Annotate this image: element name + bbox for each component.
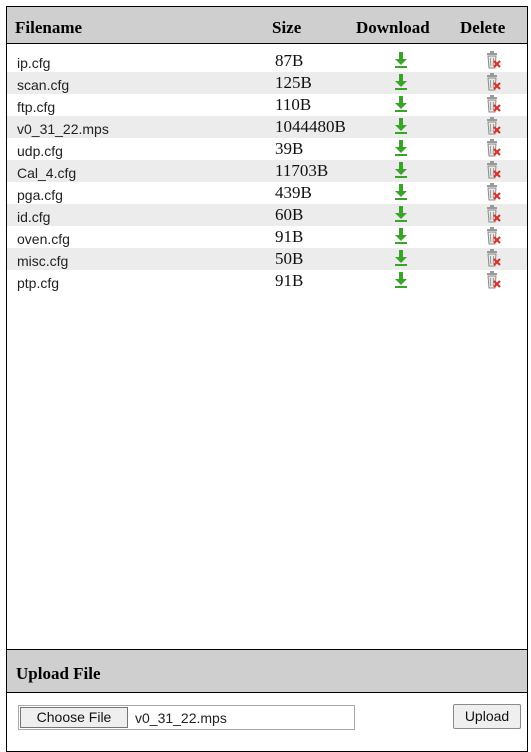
download-arrow-icon[interactable] — [394, 183, 408, 201]
upload-button[interactable]: Upload — [453, 704, 521, 729]
trash-delete-icon[interactable] — [484, 183, 502, 202]
trash-delete-icon[interactable] — [484, 227, 502, 246]
column-download: Download — [356, 18, 430, 38]
trash-delete-icon[interactable] — [484, 51, 502, 70]
file-manager-panel: Filename Size Download Delete ip.cfg87Bs… — [6, 6, 528, 752]
file-input[interactable]: Choose File v0_31_22.mps — [18, 705, 355, 730]
download-arrow-icon[interactable] — [394, 227, 408, 245]
file-row: oven.cfg 91B — [7, 226, 527, 248]
file-table-header: Filename Size Download Delete — [7, 7, 527, 44]
file-row: ptp.cfg 91B — [7, 270, 527, 292]
file-size: 91B — [275, 227, 303, 247]
file-row: scan.cfg 125B — [7, 72, 527, 94]
column-delete: Delete — [460, 18, 505, 38]
trash-delete-icon[interactable] — [484, 117, 502, 136]
download-arrow-icon[interactable] — [394, 117, 408, 135]
trash-delete-icon[interactable] — [484, 161, 502, 180]
download-arrow-icon[interactable] — [394, 139, 408, 157]
file-name: v0_31_22.mps — [17, 121, 109, 137]
file-row: Cal_4.cfg 11703B — [7, 160, 527, 182]
file-row: pga.cfg 439B — [7, 182, 527, 204]
file-size: 39B — [275, 139, 303, 159]
file-name: ip.cfg — [17, 55, 50, 71]
trash-delete-icon[interactable] — [484, 249, 502, 268]
file-name: oven.cfg — [17, 231, 70, 247]
download-arrow-icon[interactable] — [394, 249, 408, 267]
download-arrow-icon[interactable] — [394, 271, 408, 289]
file-name: Cal_4.cfg — [17, 165, 76, 181]
file-row: id.cfg 60B — [7, 204, 527, 226]
chosen-file-name: v0_31_22.mps — [135, 710, 227, 726]
trash-delete-icon[interactable] — [484, 73, 502, 92]
download-arrow-icon[interactable] — [394, 161, 408, 179]
file-size: 1044480B — [275, 117, 346, 137]
trash-delete-icon[interactable] — [484, 139, 502, 158]
trash-delete-icon[interactable] — [484, 271, 502, 290]
file-size: 91B — [275, 271, 303, 291]
upload-section-header: Upload File — [7, 649, 527, 693]
file-name: id.cfg — [17, 209, 50, 225]
download-arrow-icon[interactable] — [394, 95, 408, 113]
file-list: ip.cfg87Bscan.cfg125Bftp.cfg110Bv0_31_22… — [7, 50, 527, 292]
download-arrow-icon[interactable] — [394, 73, 408, 91]
file-size: 125B — [275, 73, 312, 93]
file-name: pga.cfg — [17, 187, 63, 203]
file-name: ftp.cfg — [17, 99, 55, 115]
download-arrow-icon[interactable] — [394, 205, 408, 223]
column-filename: Filename — [15, 18, 82, 38]
file-name: misc.cfg — [17, 253, 68, 269]
trash-delete-icon[interactable] — [484, 95, 502, 114]
file-name: scan.cfg — [17, 77, 69, 93]
choose-file-button[interactable]: Choose File — [20, 707, 128, 728]
column-size: Size — [272, 18, 301, 38]
file-size: 439B — [275, 183, 312, 203]
file-size: 11703B — [275, 161, 328, 181]
file-size: 87B — [275, 51, 303, 71]
file-size: 50B — [275, 249, 303, 269]
file-row: ip.cfg 87B — [7, 50, 527, 72]
file-row: ftp.cfg 110B — [7, 94, 527, 116]
file-name: ptp.cfg — [17, 275, 59, 291]
file-row: misc.cfg 50B — [7, 248, 527, 270]
file-row: udp.cfg 39B — [7, 138, 527, 160]
download-arrow-icon[interactable] — [394, 51, 408, 69]
file-size: 60B — [275, 205, 303, 225]
upload-section-title: Upload File — [16, 664, 101, 684]
file-size: 110B — [275, 95, 311, 115]
file-row: v0_31_22.mps 1044480B — [7, 116, 527, 138]
file-name: udp.cfg — [17, 143, 63, 159]
trash-delete-icon[interactable] — [484, 205, 502, 224]
